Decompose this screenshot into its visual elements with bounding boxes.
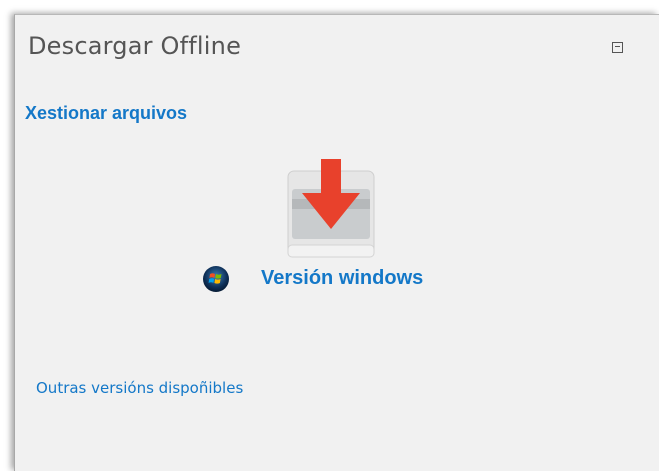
windows-logo-icon xyxy=(203,266,229,292)
manage-files-link[interactable]: Xestionar arquivos xyxy=(25,103,187,124)
collapse-bar xyxy=(615,45,620,47)
flag-yellow xyxy=(214,279,221,284)
block-title: Descargar Offline xyxy=(28,32,242,60)
flag-blue xyxy=(208,278,215,283)
download-arrow-icon[interactable] xyxy=(286,159,375,258)
windows-version-link[interactable]: Versión windows xyxy=(261,267,423,290)
tray-bottom xyxy=(287,244,375,258)
collapse-block-icon[interactable] xyxy=(612,42,623,53)
orb xyxy=(203,266,229,292)
flag-red xyxy=(209,273,215,278)
screenshot-frame: Descargar Offline Xestionar arquivos Ver… xyxy=(0,0,659,471)
other-versions-link[interactable]: Outras versións dispoñibles xyxy=(36,379,243,397)
arrow-shaft xyxy=(321,159,341,197)
